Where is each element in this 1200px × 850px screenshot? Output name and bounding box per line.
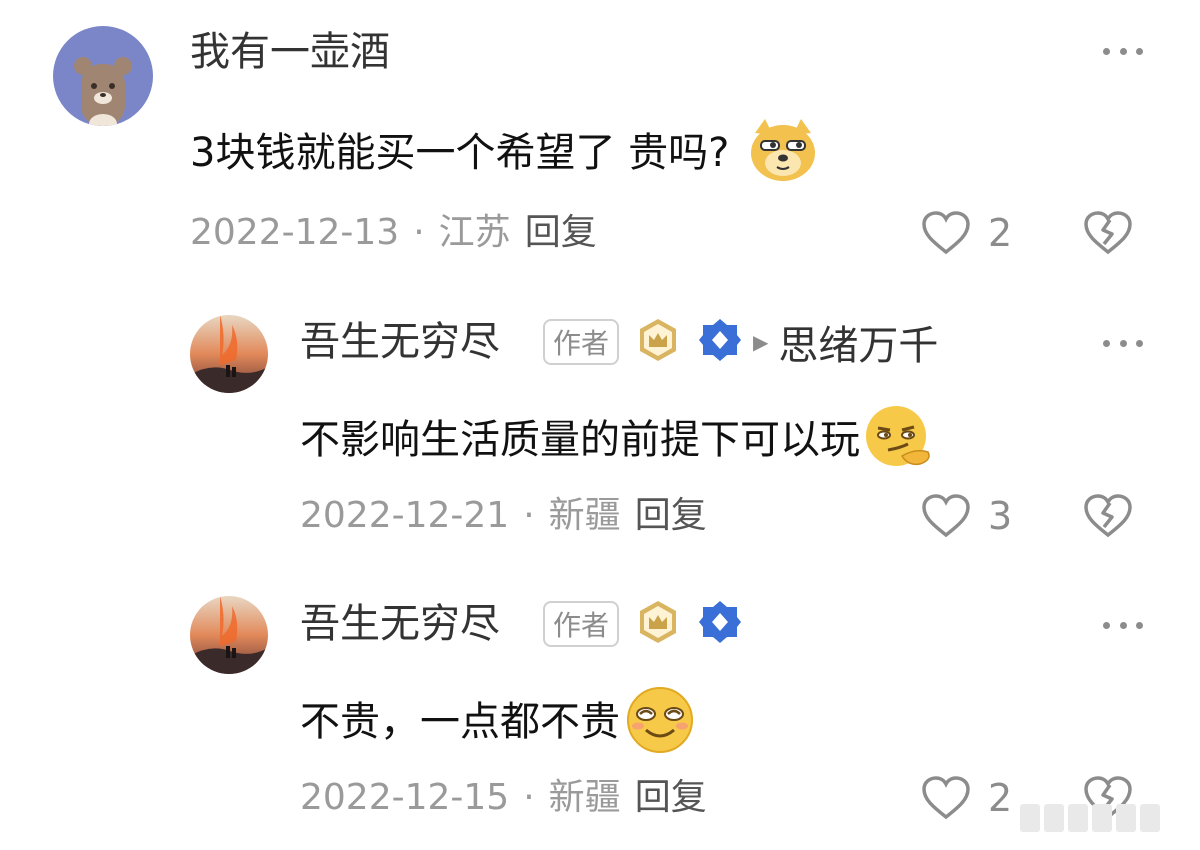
like-button[interactable]: 2 [920,775,1012,821]
comment-meta: 2022-12-21 · 新疆 回复 [300,498,707,534]
blue-diamond-badge-icon[interactable] [697,317,743,367]
separator: · [523,495,535,536]
author-badge: 作者 [543,319,620,365]
like-button[interactable]: 2 [920,210,1012,256]
username[interactable]: 吾生无穷尽 [300,322,500,362]
comment-text-content: 3块钱就能买一个希望了 贵吗? [190,130,730,176]
comment-text: 不贵，一点都不贵 [300,686,696,757]
more-options-icon[interactable] [1103,45,1143,57]
gold-crown-badge-icon[interactable] [635,317,681,367]
user-badges: 作者 [525,598,743,650]
volcano-avatar-image [190,315,268,393]
avatar-volcano[interactable] [190,596,268,674]
avatar-bear[interactable] [53,26,153,126]
blush-emoji-icon [624,684,696,761]
comment-text-content: 不影响生活质量的前提下可以玩 [300,417,860,463]
dislike-button[interactable] [1082,210,1134,260]
separator: · [523,777,535,818]
comment-2: 吾生无穷尽 作者 ▶ 思绪万千 不影响生活质量的前提下可以玩 2022-12-2… [0,290,1200,570]
bear-avatar-image [53,26,153,126]
dislike-button[interactable] [1082,493,1134,543]
user-badges: 作者 ▶ 思绪万千 [525,313,938,371]
heart-icon [922,776,970,820]
username[interactable]: 我有一壶酒 [190,32,390,72]
comment-text-content: 不贵，一点都不贵 [300,699,620,745]
author-badge: 作者 [543,601,620,647]
avatar-volcano[interactable] [190,315,268,393]
comment-date: 2022-12-15 [300,777,510,818]
more-options-icon[interactable] [1103,337,1143,349]
username[interactable]: 吾生无穷尽 [300,604,500,644]
triangle-right-icon: ▶ [753,330,769,354]
broken-heart-icon [1084,211,1132,255]
like-count: 2 [988,211,1013,255]
like-button[interactable]: 3 [920,493,1012,539]
watermark [1020,804,1160,832]
comment-date: 2022-12-13 [190,212,400,253]
smirk-emoji-icon [864,404,934,477]
gold-crown-badge-icon[interactable] [635,599,681,649]
heart-icon [922,494,970,538]
user-tag-link[interactable]: ▶ 思绪万千 [753,313,938,371]
comment-1: 我有一壶酒 3块钱就能买一个希望了 贵吗? 2022-12-13 · 江苏 回复 [0,0,1200,290]
reply-button[interactable]: 回复 [635,498,707,534]
comment-text: 3块钱就能买一个希望了 贵吗? [190,118,819,188]
comment-text: 不影响生活质量的前提下可以玩 [300,405,934,475]
comment-location: 新疆 [548,495,621,536]
like-count: 2 [988,776,1013,820]
blue-diamond-badge-icon[interactable] [697,599,743,649]
comment-location: 新疆 [548,777,621,818]
user-tag: 思绪万千 [778,323,939,369]
comment-meta: 2022-12-15 · 新疆 回复 [300,780,707,816]
reply-button[interactable]: 回复 [635,780,707,816]
comment-location: 江苏 [438,212,511,253]
heart-icon [922,211,970,255]
doge-emoji-icon [747,117,819,190]
separator: · [413,212,425,253]
comment-meta: 2022-12-13 · 江苏 回复 [190,215,597,251]
reply-button[interactable]: 回复 [525,215,597,251]
broken-heart-icon [1084,494,1132,538]
like-count: 3 [988,494,1013,538]
volcano-avatar-image [190,596,268,674]
comment-date: 2022-12-21 [300,495,510,536]
more-options-icon[interactable] [1103,619,1143,631]
